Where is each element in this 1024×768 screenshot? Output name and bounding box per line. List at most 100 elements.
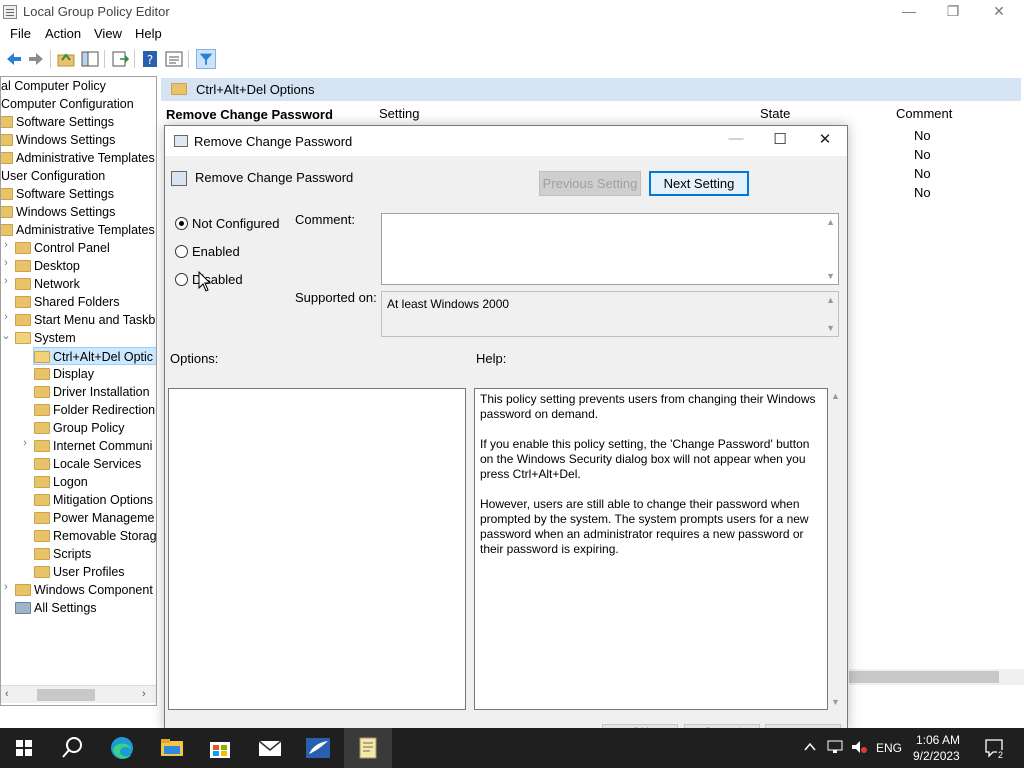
search-icon[interactable] bbox=[48, 728, 96, 768]
chevron-right-icon[interactable]: › bbox=[1, 311, 11, 323]
volume-muted-icon[interactable] bbox=[850, 739, 868, 755]
comment-textarea[interactable]: ▲ ▼ bbox=[381, 213, 839, 285]
tree-item-internet-communication[interactable]: Internet Communi bbox=[34, 437, 152, 455]
tree-item-scripts[interactable]: Scripts bbox=[34, 545, 91, 563]
chevron-down-icon[interactable]: ⌄ bbox=[1, 329, 11, 342]
tree-horizontal-scrollbar[interactable]: ‹ › bbox=[1, 685, 156, 703]
chevron-right-icon[interactable]: › bbox=[1, 239, 11, 251]
menu-file[interactable]: File bbox=[10, 26, 31, 41]
forward-arrow-icon[interactable] bbox=[26, 49, 46, 69]
row-comment[interactable]: No bbox=[914, 147, 931, 162]
chevron-right-icon[interactable]: › bbox=[20, 437, 30, 449]
filter-icon[interactable] bbox=[196, 49, 216, 69]
tree-item-driver-installation[interactable]: Driver Installation bbox=[34, 383, 150, 401]
scroll-down-arrow-icon[interactable]: ▼ bbox=[826, 323, 835, 333]
show-hide-tree-icon[interactable] bbox=[80, 49, 100, 69]
radio-button-icon[interactable] bbox=[175, 273, 188, 287]
column-state[interactable]: State bbox=[760, 106, 790, 121]
scroll-right-arrow-icon[interactable]: › bbox=[142, 688, 146, 700]
tree-item-group-policy[interactable]: Group Policy bbox=[34, 419, 125, 437]
tree-item-user-software-settings[interactable]: Software Settings bbox=[1, 185, 114, 203]
scroll-up-arrow-icon[interactable]: ▲ bbox=[826, 295, 835, 305]
up-folder-icon[interactable] bbox=[56, 49, 76, 69]
tree-pane[interactable]: al Computer Policy Computer Configuratio… bbox=[0, 76, 157, 706]
previous-setting-button[interactable]: Previous Setting bbox=[539, 171, 641, 196]
tree-item-desktop[interactable]: Desktop bbox=[15, 257, 80, 275]
column-comment[interactable]: Comment bbox=[896, 106, 952, 121]
tree-item-locale-services[interactable]: Locale Services bbox=[34, 455, 141, 473]
chevron-right-icon[interactable]: › bbox=[1, 581, 11, 593]
export-list-icon[interactable] bbox=[110, 49, 130, 69]
tree-item-removable-storage[interactable]: Removable Storag bbox=[34, 527, 156, 545]
tree-item-start-menu-taskbar[interactable]: Start Menu and Taskba bbox=[15, 311, 156, 329]
tree-item-all-settings[interactable]: All Settings bbox=[15, 599, 97, 617]
microsoft-store-icon[interactable] bbox=[196, 728, 244, 768]
scrollbar-thumb[interactable] bbox=[849, 671, 999, 683]
row-comment[interactable]: No bbox=[914, 128, 931, 143]
menu-action[interactable]: Action bbox=[45, 26, 81, 41]
tree-item-shared-folders[interactable]: Shared Folders bbox=[15, 293, 119, 311]
tree-item-system[interactable]: System bbox=[15, 329, 76, 347]
radio-button-icon[interactable] bbox=[175, 217, 188, 231]
tree-item-ctrl-alt-del-options[interactable]: Ctrl+Alt+Del Optic bbox=[33, 347, 156, 365]
dialog-close-button[interactable]: ✕ bbox=[807, 130, 843, 152]
help-panel[interactable]: This policy setting prevents users from … bbox=[474, 388, 828, 710]
language-indicator[interactable]: ENG bbox=[876, 741, 902, 755]
column-setting[interactable]: Setting bbox=[379, 106, 419, 121]
menu-view[interactable]: View bbox=[94, 26, 122, 41]
file-explorer-icon[interactable] bbox=[148, 728, 196, 768]
right-horizontal-scrollbar[interactable]: › bbox=[849, 669, 1024, 685]
tree-item-display[interactable]: Display bbox=[34, 365, 94, 383]
tree-item-software-settings[interactable]: Software Settings bbox=[1, 113, 114, 131]
tree-item-local-computer-policy[interactable]: al Computer Policy bbox=[1, 77, 106, 95]
edge-browser-icon[interactable] bbox=[98, 728, 146, 768]
tree-item-computer-configuration[interactable]: Computer Configuration bbox=[1, 95, 134, 113]
network-icon[interactable] bbox=[826, 739, 844, 755]
scroll-up-arrow-icon[interactable]: ▲ bbox=[826, 217, 835, 227]
tree-item-power-management[interactable]: Power Manageme bbox=[34, 509, 154, 527]
tree-item-network[interactable]: Network bbox=[15, 275, 80, 293]
tree-item-user-windows-settings[interactable]: Windows Settings bbox=[1, 203, 115, 221]
show-hidden-icons-icon[interactable] bbox=[803, 740, 817, 754]
tree-item-folder-redirection[interactable]: Folder Redirection bbox=[34, 401, 155, 419]
radio-enabled[interactable]: Enabled bbox=[175, 243, 240, 261]
start-windows-icon[interactable] bbox=[0, 728, 48, 768]
group-policy-taskbar-icon[interactable] bbox=[344, 728, 392, 768]
scrollbar-thumb[interactable] bbox=[37, 689, 95, 701]
radio-not-configured[interactable]: Not Configured bbox=[175, 215, 279, 233]
dialog-maximize-button[interactable]: ☐ bbox=[762, 130, 798, 152]
properties-icon[interactable] bbox=[164, 49, 184, 69]
back-arrow-icon[interactable] bbox=[4, 49, 24, 69]
tree-item-user-configuration[interactable]: User Configuration bbox=[1, 167, 105, 185]
scroll-up-arrow-icon[interactable]: ▲ bbox=[831, 391, 840, 401]
row-comment[interactable]: No bbox=[914, 185, 931, 200]
folder-icon bbox=[34, 511, 50, 524]
clock-date[interactable]: 9/2/2023 bbox=[913, 749, 960, 763]
tree-item-windows-components[interactable]: Windows Component bbox=[15, 581, 153, 599]
next-setting-button[interactable]: Next Setting bbox=[649, 171, 749, 196]
tree-item-administrative-templates[interactable]: Administrative Templates bbox=[1, 149, 155, 167]
row-comment[interactable]: No bbox=[914, 166, 931, 181]
chevron-right-icon[interactable]: › bbox=[1, 257, 11, 269]
scroll-down-arrow-icon[interactable]: ▼ bbox=[831, 697, 840, 707]
help-icon[interactable]: ? bbox=[140, 49, 160, 69]
scroll-down-arrow-icon[interactable]: ▼ bbox=[826, 271, 835, 281]
tree-item-windows-settings[interactable]: Windows Settings bbox=[1, 131, 115, 149]
tree-item-control-panel[interactable]: Control Panel bbox=[15, 239, 110, 257]
dialog-minimize-button[interactable]: — bbox=[718, 130, 754, 152]
radio-button-icon[interactable] bbox=[175, 245, 188, 259]
menu-help[interactable]: Help bbox=[135, 26, 162, 41]
help-vertical-scrollbar[interactable]: ▲ ▼ bbox=[829, 388, 843, 710]
scroll-left-arrow-icon[interactable]: ‹ bbox=[5, 688, 9, 700]
tree-item-user-profiles[interactable]: User Profiles bbox=[34, 563, 125, 581]
tree-item-mitigation-options[interactable]: Mitigation Options bbox=[34, 491, 153, 509]
clock-time[interactable]: 1:06 AM bbox=[916, 733, 960, 747]
tree-item-user-administrative-templates[interactable]: Administrative Templates bbox=[1, 221, 155, 239]
mail-icon[interactable] bbox=[246, 728, 294, 768]
chevron-right-icon[interactable]: › bbox=[1, 275, 11, 287]
tree-item-logon[interactable]: Logon bbox=[34, 473, 88, 491]
close-button[interactable]: ✕ bbox=[976, 0, 1022, 24]
remote-app-icon[interactable] bbox=[294, 728, 342, 768]
minimize-button[interactable]: — bbox=[886, 0, 932, 24]
maximize-button[interactable]: ❐ bbox=[930, 0, 976, 24]
